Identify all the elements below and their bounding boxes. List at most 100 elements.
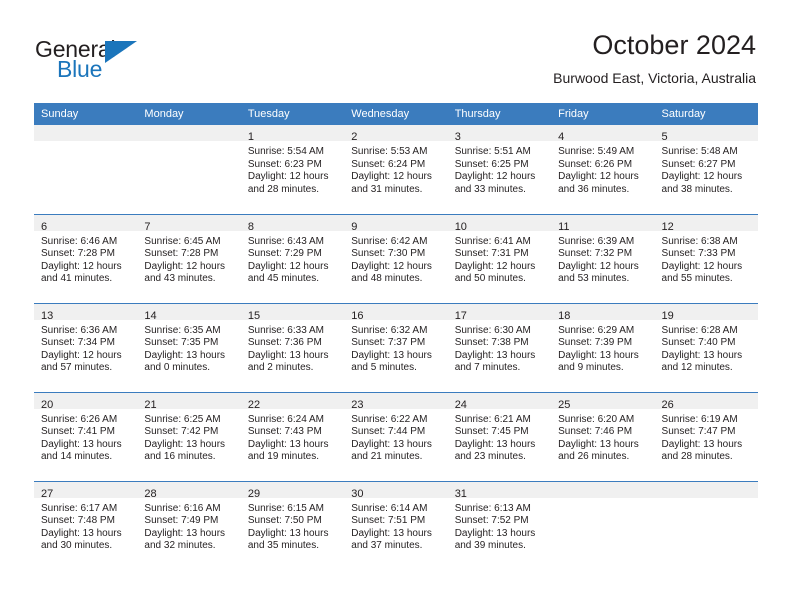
day-detail-line: Sunset: 7:46 PM — [558, 426, 633, 438]
weekday-header-monday: Monday — [144, 108, 184, 120]
day-detail-line: Daylight: 13 hours — [454, 349, 536, 361]
calendar-day-cell[interactable]: 21 Sunrise: 6:25 AM Sunset: 7:42 PM Dayligh… — [137, 391, 241, 481]
day-detail-line: and 48 minutes. — [351, 273, 423, 285]
day-detail-line: Daylight: 13 hours — [351, 438, 432, 450]
day-detail-line: Sunset: 7:42 PM — [144, 426, 219, 438]
day-details: Sunrise: 6:13 AM Sunset: 7:52 PM Daylight:… — [448, 498, 551, 553]
calendar-day-cell-empty — [34, 125, 138, 214]
calendar-day-cell[interactable]: 18 Sunrise: 6:29 AM Sunset: 7:39 PM Dayligh… — [551, 302, 655, 392]
calendar-day-cell[interactable]: 14 Sunrise: 6:35 AM Sunset: 7:35 PM Dayligh… — [137, 302, 241, 392]
calendar-day-cell[interactable]: 20 Sunrise: 6:26 AM Sunset: 7:41 PM Dayligh… — [34, 391, 138, 481]
day-details — [137, 141, 240, 146]
calendar-day-cell[interactable]: 16 Sunrise: 6:32 AM Sunset: 7:37 PM Dayligh… — [344, 302, 448, 392]
calendar-head: Sunday Monday Tuesday Wednesday Thursday… — [34, 103, 758, 125]
day-detail-line: Sunset: 7:52 PM — [454, 515, 529, 527]
day-detail-line: Daylight: 13 hours — [247, 349, 329, 361]
day-detail-line: Daylight: 13 hours — [351, 349, 432, 361]
day-detail-line: Sunset: 7:35 PM — [144, 337, 219, 349]
calendar-day-cell[interactable]: 22 Sunrise: 6:24 AM Sunset: 7:43 PM Dayligh… — [240, 391, 345, 481]
calendar-day-cell[interactable]: 9 Sunrise: 6:42 AM Sunset: 7:30 PM Daylight… — [344, 213, 448, 303]
day-detail-line: Sunset: 7:28 PM — [41, 248, 115, 260]
day-detail-line: Daylight: 13 hours — [661, 438, 743, 450]
day-detail-line: Daylight: 13 hours — [144, 438, 226, 450]
day-detail-line: Sunset: 7:41 PM — [41, 426, 115, 438]
day-details: Sunrise: 6:46 AM Sunset: 7:28 PM Daylight:… — [34, 231, 137, 286]
title-block: October 2024 Burwood East, Victoria, Aus… — [553, 28, 756, 88]
calendar-day-cell[interactable]: 10 Sunrise: 6:41 AM Sunset: 7:31 PM Dayligh… — [447, 213, 552, 303]
day-number: 18 — [558, 309, 571, 322]
calendar-day-cell[interactable]: 24 Sunrise: 6:21 AM Sunset: 7:45 PM Dayligh… — [447, 391, 552, 481]
day-details: Sunrise: 6:19 AM Sunset: 7:47 PM Daylight:… — [655, 409, 758, 464]
day-detail-line: Sunrise: 6:35 AM — [144, 324, 221, 336]
calendar-day-cell[interactable]: 19 Sunrise: 6:28 AM Sunset: 7:40 PM Dayligh… — [654, 302, 758, 392]
calendar-day-cell[interactable]: 25 Sunrise: 6:20 AM Sunset: 7:46 PM Dayligh… — [551, 391, 655, 481]
day-detail-line: and 0 minutes. — [144, 362, 211, 374]
day-number-band: 20 — [34, 392, 138, 411]
day-number-band: 5 — [654, 125, 758, 143]
calendar-day-cell[interactable]: 29 Sunrise: 6:15 AM Sunset: 7:50 PM Dayligh… — [240, 480, 345, 570]
day-number-band: 10 — [447, 214, 552, 233]
calendar-day-cell[interactable]: 1 Sunrise: 5:54 AM Sunset: 6:23 PM Daylight… — [240, 125, 345, 214]
calendar-day-cell[interactable]: 4 Sunrise: 5:49 AM Sunset: 6:26 PM Daylight… — [551, 125, 655, 214]
calendar-day-cell[interactable]: 13 Sunrise: 6:36 AM Sunset: 7:34 PM Dayligh… — [34, 302, 138, 392]
day-number: 5 — [661, 131, 668, 143]
day-detail-line: Sunrise: 6:14 AM — [351, 502, 428, 514]
day-details: Sunrise: 6:38 AM Sunset: 7:33 PM Daylight:… — [655, 231, 758, 286]
day-detail-line: Sunset: 7:45 PM — [454, 426, 529, 438]
day-number: 9 — [351, 220, 358, 233]
day-number-band: 11 — [551, 214, 655, 233]
day-number: 4 — [558, 131, 565, 143]
day-detail-line: and 2 minutes. — [247, 362, 314, 374]
day-detail-line: and 23 minutes. — [454, 451, 526, 463]
day-number: 10 — [454, 220, 467, 233]
calendar-day-cell[interactable]: 23 Sunrise: 6:22 AM Sunset: 7:44 PM Dayligh… — [344, 391, 448, 481]
day-number: 25 — [558, 398, 571, 411]
calendar-day-cell[interactable]: 17 Sunrise: 6:30 AM Sunset: 7:38 PM Dayligh… — [447, 302, 552, 392]
day-number-band — [137, 125, 241, 141]
day-number-band: 12 — [654, 214, 758, 233]
calendar-day-cell[interactable]: 7 Sunrise: 6:45 AM Sunset: 7:28 PM Daylight… — [137, 213, 241, 303]
calendar-day-cell[interactable]: 15 Sunrise: 6:33 AM Sunset: 7:36 PM Dayligh… — [240, 302, 345, 392]
day-detail-line: Daylight: 13 hours — [144, 349, 226, 361]
calendar-day-cell[interactable]: 2 Sunrise: 5:53 AM Sunset: 6:24 PM Daylight… — [344, 125, 448, 214]
calendar-day-cell[interactable]: 27 Sunrise: 6:17 AM Sunset: 7:48 PM Dayligh… — [34, 480, 138, 570]
calendar-day-cell[interactable]: 5 Sunrise: 5:48 AM Sunset: 6:27 PM Daylight… — [654, 125, 758, 214]
day-number: 26 — [661, 398, 674, 411]
calendar-day-cell[interactable]: 6 Sunrise: 6:46 AM Sunset: 7:28 PM Daylight… — [34, 213, 138, 303]
day-detail-line: Sunrise: 6:46 AM — [41, 235, 118, 247]
day-detail-line: Sunrise: 6:28 AM — [661, 324, 738, 336]
day-detail-line: and 43 minutes. — [144, 273, 216, 285]
day-details: Sunrise: 6:22 AM Sunset: 7:44 PM Daylight:… — [344, 409, 447, 464]
day-detail-line: and 5 minutes. — [351, 362, 417, 374]
day-detail-line: Daylight: 13 hours — [247, 438, 329, 450]
calendar-day-cell[interactable]: 12 Sunrise: 6:38 AM Sunset: 7:33 PM Dayligh… — [654, 213, 758, 303]
calendar-day-cell[interactable]: 30 Sunrise: 6:14 AM Sunset: 7:51 PM Dayligh… — [344, 480, 448, 570]
calendar-day-cell[interactable]: 11 Sunrise: 6:39 AM Sunset: 7:32 PM Dayligh… — [551, 213, 655, 303]
calendar-day-cell[interactable]: 3 Sunrise: 5:51 AM Sunset: 6:25 PM Daylight… — [447, 125, 552, 214]
general-blue-logo: General Blue — [35, 36, 185, 84]
calendar-day-cell[interactable]: 8 Sunrise: 6:43 AM Sunset: 7:29 PM Daylight… — [240, 213, 345, 303]
day-detail-line: Sunrise: 6:21 AM — [454, 413, 531, 425]
day-number: 23 — [351, 398, 364, 411]
day-details — [551, 498, 654, 503]
calendar-day-cell[interactable]: 28 Sunrise: 6:16 AM Sunset: 7:49 PM Dayligh… — [137, 480, 241, 570]
day-detail-line: and 19 minutes. — [247, 451, 320, 463]
day-details: Sunrise: 6:41 AM Sunset: 7:31 PM Daylight:… — [448, 231, 551, 286]
day-detail-line: Sunset: 7:36 PM — [247, 337, 322, 349]
day-details: Sunrise: 6:20 AM Sunset: 7:46 PM Daylight:… — [551, 409, 654, 464]
day-detail-line: Daylight: 12 hours — [454, 171, 536, 183]
calendar-day-cell[interactable]: 26 Sunrise: 6:19 AM Sunset: 7:47 PM Dayligh… — [654, 391, 758, 481]
day-detail-line: Sunset: 7:43 PM — [247, 426, 322, 438]
calendar-day-cell-empty — [654, 480, 758, 570]
day-details: Sunrise: 6:17 AM Sunset: 7:48 PM Daylight:… — [34, 498, 137, 553]
day-detail-line: Sunrise: 6:32 AM — [351, 324, 428, 336]
day-detail-line: Sunset: 7:34 PM — [41, 337, 115, 349]
day-detail-line: Sunset: 7:49 PM — [144, 515, 219, 527]
day-number-band: 14 — [137, 303, 241, 322]
day-detail-line: and 30 minutes. — [41, 540, 113, 552]
weekday-header-friday: Friday — [558, 108, 589, 120]
location-subtitle: Burwood East, Victoria, Australia — [553, 70, 756, 86]
day-detail-line: Sunrise: 6:41 AM — [454, 235, 531, 247]
calendar-day-cell[interactable]: 31 Sunrise: 6:13 AM Sunset: 7:52 PM Dayligh… — [447, 480, 552, 570]
day-detail-line: Daylight: 13 hours — [41, 527, 122, 539]
